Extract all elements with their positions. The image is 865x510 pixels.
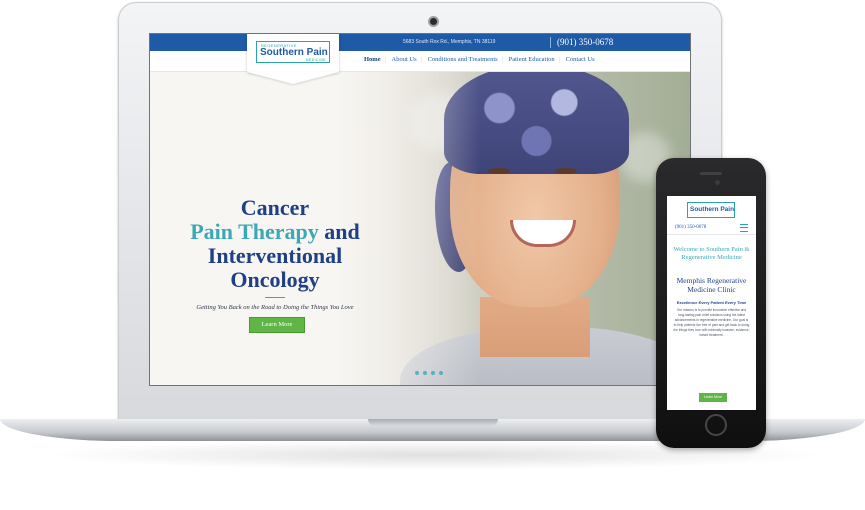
nav-patient-education[interactable]: Patient Education — [509, 56, 555, 63]
nav-home[interactable]: Home — [364, 56, 381, 63]
mobile-subheading: Excellence Every Patient Every Time — [676, 300, 747, 305]
slider-dots — [415, 362, 447, 380]
phone-camera-icon — [715, 180, 720, 185]
nav-separator: | — [501, 56, 503, 63]
mobile-phone[interactable]: (901) 350-0678 — [675, 225, 706, 230]
hamburger-menu-icon[interactable] — [740, 224, 748, 232]
phone-screen: Southern Pain (901) 350-0678 Welcome to … — [667, 196, 756, 410]
nav-separator: | — [558, 56, 560, 63]
mobile-body-text: Our mission is to provide innovative eff… — [673, 308, 750, 337]
hero-title-line3: Interventional — [207, 243, 343, 268]
logo-main-text: Southern Pain — [260, 47, 328, 58]
phone-speaker — [700, 172, 722, 175]
mobile-heading: Memphis Regenerative Medicine Clinic — [676, 276, 747, 294]
nav-contact-us[interactable]: Contact Us — [566, 56, 595, 63]
hero-photo-eye — [488, 168, 510, 174]
site-logo[interactable]: REGENERATIVE Southern Pain MEDICINE — [247, 34, 339, 72]
hero-banner: Cancer Pain Therapy and Interventional O… — [150, 72, 690, 385]
nav-separator: | — [384, 56, 386, 63]
mobile-welcome: Welcome to Southern Pain & Regenerative … — [673, 246, 750, 261]
slider-dot[interactable] — [439, 371, 443, 375]
nav-conditions[interactable]: Conditions and Treatments — [428, 56, 498, 63]
slider-dot[interactable] — [431, 371, 435, 375]
hero-title-highlight: Pain Therapy — [190, 219, 319, 244]
site-phone[interactable]: (901) 350-0678 — [557, 37, 613, 47]
site-topbar: 5683 South Rox Rd., Memphis, TN 38119 (9… — [150, 34, 690, 51]
laptop-screen: 5683 South Rox Rd., Memphis, TN 38119 (9… — [150, 34, 690, 385]
camera-icon — [430, 18, 437, 25]
logo-chevron — [247, 72, 339, 84]
mobile-learn-more-button[interactable]: Learn More — [699, 393, 727, 402]
mobile-logo-text: Southern Pain — [690, 206, 735, 213]
hero-photo-eye — [555, 168, 577, 174]
hero-title-and: and — [318, 219, 360, 244]
hero-divider — [265, 297, 285, 298]
hero-title-line4: Oncology — [230, 267, 320, 292]
hero-title-line2: Pain Therapy and — [150, 220, 400, 244]
nav-about-us[interactable]: About Us — [392, 56, 417, 63]
main-nav: Home | About Us | Conditions and Treatment… — [360, 56, 599, 63]
slider-dot[interactable] — [423, 371, 427, 375]
mobile-header-divider — [667, 234, 756, 235]
learn-more-button[interactable]: Learn More — [250, 318, 304, 332]
hero-title-line1: Cancer — [240, 195, 310, 220]
laptop-notch — [368, 419, 498, 426]
slider-dot[interactable] — [415, 371, 419, 375]
logo-frame: REGENERATIVE Southern Pain MEDICINE — [256, 41, 330, 63]
topbar-divider — [550, 37, 551, 48]
site-address: 5683 South Rox Rd., Memphis, TN 38119 — [403, 39, 496, 45]
nav-separator: | — [420, 56, 422, 63]
mobile-logo[interactable]: Southern Pain — [687, 202, 735, 218]
phone-home-button — [705, 414, 727, 436]
logo-sub-text: MEDICINE — [305, 58, 326, 62]
hero-tagline: Getting You Back on the Road to Doing th… — [196, 304, 354, 311]
